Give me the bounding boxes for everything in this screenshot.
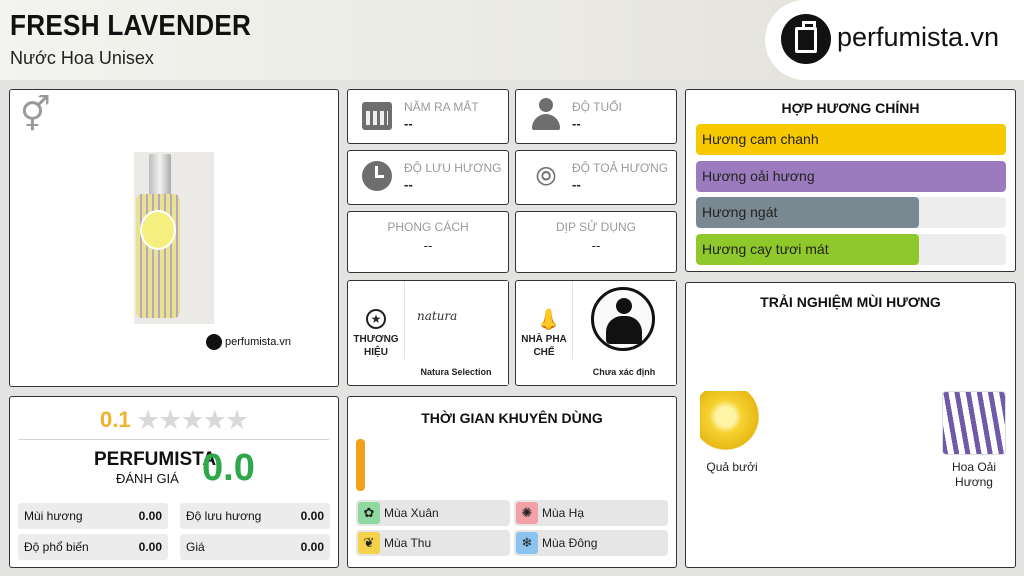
style-card: PHONG CÁCH -- [347,211,509,273]
recommended-time-title: THỜI GIAN KHUYÊN DÙNG [421,410,603,426]
winter-snowflake-icon: ❄ [516,532,538,554]
perfumer-caption: NHÀ PHA CHẾ [521,334,567,358]
accord-row: Hương cay tươi mát [696,234,1006,265]
occasion-label: DỊP SỬ DỤNG [555,220,637,234]
brand-logo-image: natura [404,281,508,359]
age-card: ĐỘ TUỔI -- [515,89,677,144]
main-accords-panel: HỢP HƯƠNG CHÍNH Hương cam chanh Hương oải… [685,89,1016,272]
style-value: -- [423,238,433,253]
user-score: 0.1 [100,407,131,432]
accord-row: Hương cam chanh [696,124,1006,155]
star-rating[interactable]: ★★★★★ [136,405,249,436]
perfumista-score: 0.0 [202,447,255,489]
season-summer: ✺ Mùa Hạ [514,500,668,526]
spring-icon: ✿ [358,502,380,524]
stat-longevity: Độ lưu hương 0.00 [180,503,330,529]
brand-card[interactable]: ★ THƯƠNG HIỆU natura Natura Selection [347,280,509,386]
accord-row: Hương ngát [696,197,1006,228]
style-label: PHONG CÁCH [387,220,469,234]
sillage-value: -- [572,177,581,192]
sillage-card: ⦾ ĐỘ TOẢ HƯƠNG -- [515,150,677,205]
stat-popularity: Độ phổ biến 0.00 [18,534,168,560]
accord-row: Hương oải hương [696,161,1006,192]
note-label-lavender: Hoa Oải Hương [951,460,997,489]
perfumer-avatar [591,287,655,351]
time-indicator-bar [356,439,365,491]
scent-experience-panel: TRẢI NGHIỆM MÙI HƯƠNG Quả bưởi Hoa Oải H… [685,282,1016,568]
accord-label: Hương oải hương [702,168,815,184]
longevity-label: ĐỘ LƯU HƯƠNG [404,161,502,175]
brand-caption: THƯƠNG HIỆU [353,334,399,358]
calendar-icon [362,102,392,130]
perfumer-card[interactable]: 👃 NHÀ PHA CHẾ Chưa xác định [515,280,677,386]
perfumista-label: PERFUMISTA [94,449,217,470]
perfume-subtitle: Nước Hoa Unisex [10,48,154,68]
sillage-label: ĐỘ TOẢ HƯƠNG [572,161,669,175]
unisex-gender-icon: ⚥ [20,96,51,134]
release-year-value: -- [404,116,413,131]
season-winter: ❄ Mùa Đông [514,530,668,556]
natura-logo-text: natura [417,309,458,323]
occasion-card: DỊP SỬ DỤNG -- [515,211,677,273]
brand-logo[interactable]: perfumista.vn [765,0,1024,80]
occasion-value: -- [591,238,601,253]
page-header: FRESH LAVENDER Nước Hoa Unisex perfumist… [0,0,1024,80]
perfume-title: FRESH LAVENDER [10,10,252,42]
perfumer-image [572,281,676,359]
age-label: ĐỘ TUỔI [572,100,622,114]
age-value: -- [572,116,581,131]
product-image [134,152,214,324]
watermark: perfumista.vn [206,334,291,350]
accord-label: Hương ngát [702,204,778,220]
recommended-time-panel: THỜI GIAN KHUYÊN DÙNG ✿ Mùa Xuân ✺ Mùa H… [347,396,677,568]
rating-panel: 0.1 ★★★★★ PERFUMISTA ĐÁNH GIÁ 0.0 Mùi hư… [9,396,339,568]
person-icon [530,98,562,132]
brand-name: Natura Selection [404,359,508,385]
clock-icon [362,161,392,191]
longevity-card: ĐỘ LƯU HƯƠNG -- [347,150,509,205]
sillage-icon: ⦾ [535,161,557,191]
note-label-grapefruit: Quả bưởi [706,460,758,474]
autumn-leaf-icon: ❦ [358,532,380,554]
stat-price: Giá 0.00 [180,534,330,560]
grapefruit-image[interactable] [700,391,764,455]
accord-label: Hương cam chanh [702,131,819,147]
perfume-bottle-logo-icon [781,14,831,64]
star-badge-icon: ★ [366,309,386,329]
perfumer-name: Chưa xác định [572,359,676,385]
product-panel: ⚥ perfumista.vn [9,89,339,387]
accords-title: HỢP HƯƠNG CHÍNH [781,100,920,116]
lavender-image[interactable] [942,391,1006,455]
summer-sun-icon: ✺ [516,502,538,524]
perfume-bottle-icon [206,334,222,350]
release-year-card: NĂM RA MẮT -- [347,89,509,144]
release-year-label: NĂM RA MẮT [404,100,479,114]
logo-text: perfumista.vn [837,22,1000,52]
longevity-value: -- [404,177,413,192]
perfumista-sub-label: ĐÁNH GIÁ [116,471,179,486]
season-spring: ✿ Mùa Xuân [356,500,510,526]
divider [18,439,329,440]
season-autumn: ❦ Mùa Thu [356,530,510,556]
experience-title: TRẢI NGHIỆM MÙI HƯƠNG [760,294,941,310]
nose-icon: 👃 [536,309,561,331]
accord-label: Hương cay tươi mát [702,241,829,257]
stat-scent: Mùi hương 0.00 [18,503,168,529]
